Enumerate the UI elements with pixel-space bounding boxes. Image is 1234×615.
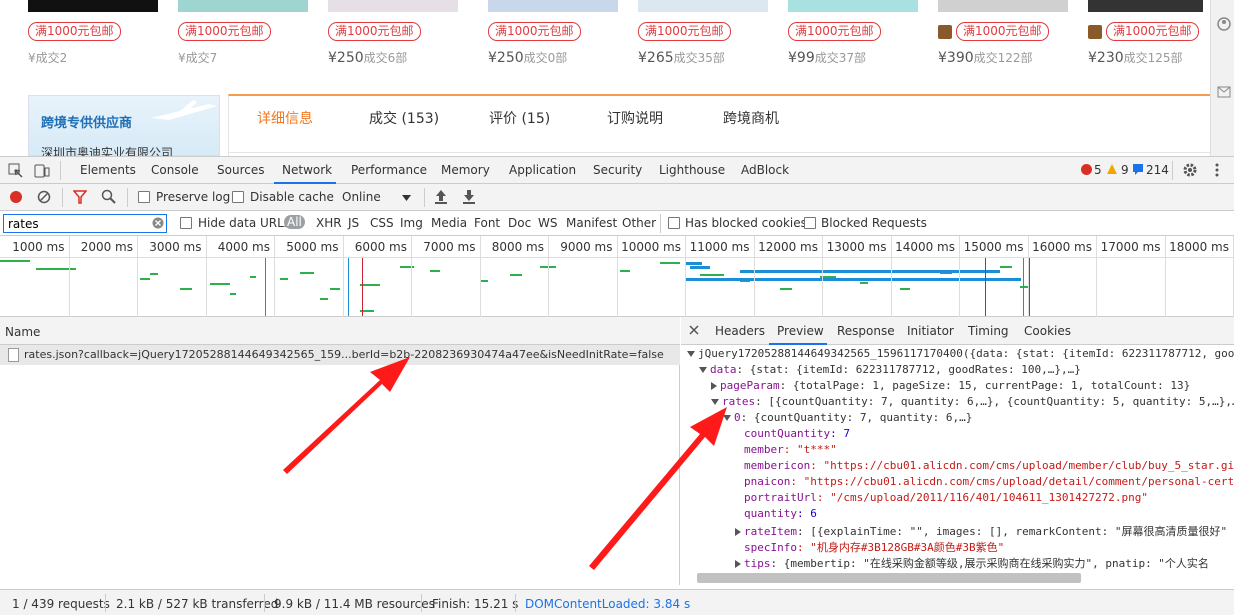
annotation-arrows — [283, 357, 727, 570]
annotation-arrow — [283, 357, 410, 474]
annotation-arrow — [589, 407, 727, 570]
